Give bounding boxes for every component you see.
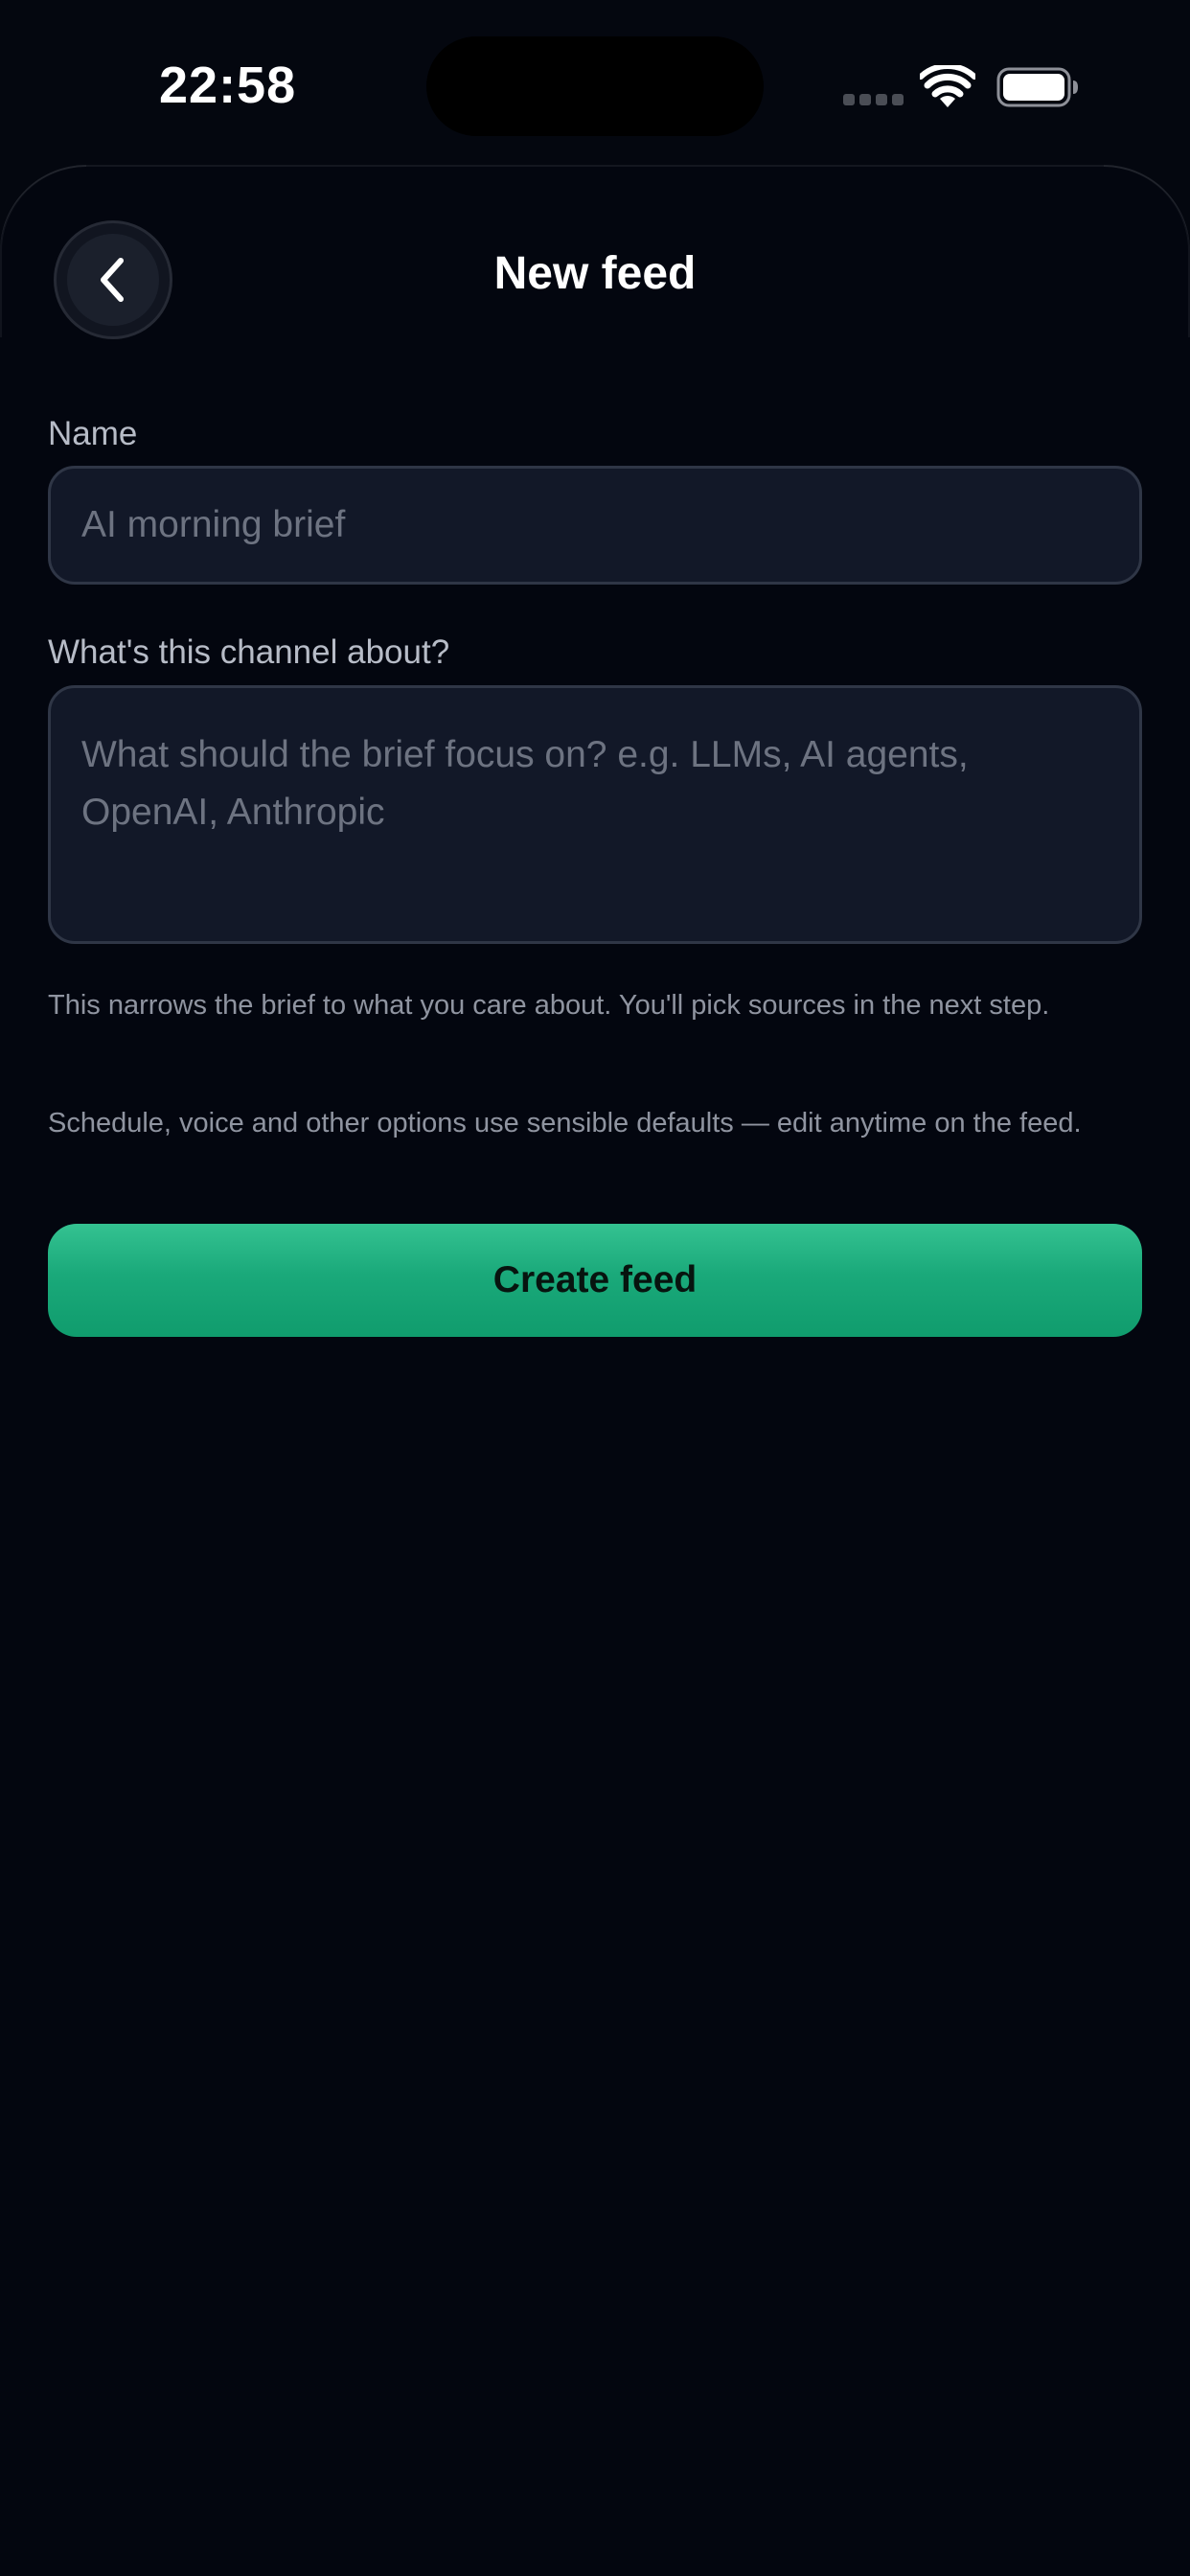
status-bar: 22:58 [0,0,1190,172]
cellular-signal-icon [843,94,904,105]
focus-help-text: This narrows the brief to what you care … [48,990,1050,1021]
dynamic-island [426,36,764,136]
about-textarea[interactable] [48,685,1142,944]
battery-icon [996,67,1078,107]
name-label: Name [48,415,138,452]
name-input[interactable] [48,466,1142,585]
page-title: New feed [493,248,697,299]
about-label: What's this channel about? [48,633,450,671]
defaults-help-text: Schedule, voice and other options use se… [48,1108,1082,1138]
wifi-icon [920,65,975,107]
status-time: 22:58 [159,57,297,114]
create-feed-button[interactable]: Create feed [48,1224,1142,1337]
